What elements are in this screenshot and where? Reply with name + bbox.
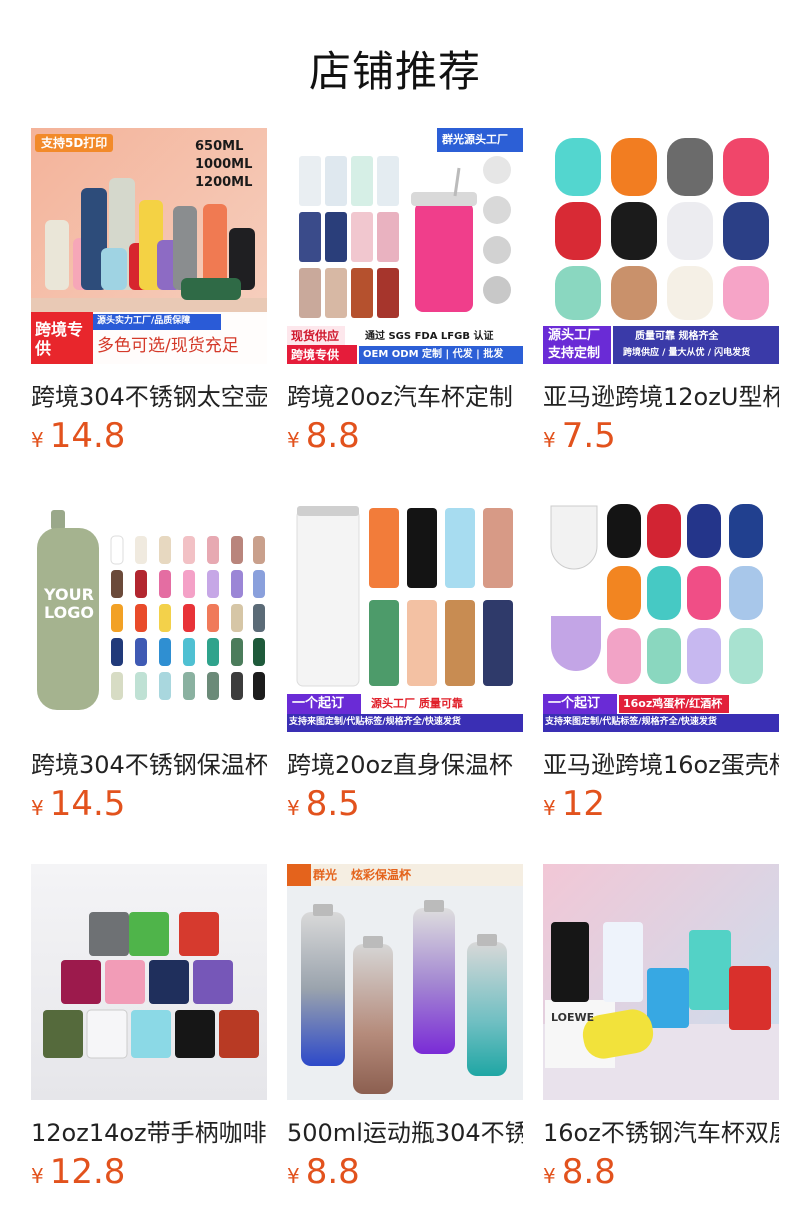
product-card[interactable]: 12oz14oz带手柄咖啡杯 ¥12.8 xyxy=(31,864,267,1222)
product-price: ¥8.8 xyxy=(287,416,360,456)
currency-symbol: ¥ xyxy=(543,428,556,452)
price-value: 8.8 xyxy=(305,1152,360,1192)
promo-line: 16oz鸡蛋杯/红酒杯 xyxy=(623,697,723,710)
brand-subtitle: 炫彩保温杯 xyxy=(351,868,412,882)
promo-text: 多色可选/现货充足 xyxy=(97,336,239,356)
product-image[interactable]: 群光 炫彩保温杯 xyxy=(287,864,523,1100)
product-image[interactable]: 一个起订 源头工厂 质量可靠 支持来图定制/代贴标签/规格齐全/快速发货 xyxy=(287,496,523,732)
promo-main: 现货供应 xyxy=(291,329,340,343)
product-image[interactable]: 群光源头工厂 现货供应 跨境专供 通过 SGS FDA LFGB 认证 OEM … xyxy=(287,128,523,364)
product-name[interactable]: 500ml运动瓶304不锈钢 xyxy=(287,1113,523,1148)
promo-main: 跨境专供 xyxy=(291,348,340,362)
promo-line: OEM ODM 定制 | 代发 | 批发 xyxy=(363,349,504,360)
promo-line: 跨境供应 / 量大从优 / 闪电发货 xyxy=(623,348,751,358)
product-price: ¥12 xyxy=(543,784,605,824)
product-card[interactable]: YOUR LOGO 跨境304不锈钢保温杯 ¥14.5 xyxy=(31,496,267,854)
product-image[interactable]: LOEWE xyxy=(543,864,779,1100)
price-value: 12 xyxy=(561,784,605,824)
box-label: LOEWE xyxy=(551,1011,595,1024)
product-price: ¥14.8 xyxy=(31,416,125,456)
product-price: ¥14.5 xyxy=(31,784,125,824)
product-price: ¥7.5 xyxy=(543,416,616,456)
product-image[interactable]: 支持5D打印 650ML 1000ML 1200ML 跨境专供 源头实力工厂/品… xyxy=(31,128,267,364)
capacity-option: 1000ML xyxy=(195,157,253,172)
product-card[interactable]: 群光 炫彩保温杯 500ml运动瓶304不锈钢 ¥8.8 xyxy=(287,864,523,1222)
promo-line: 质量可靠 规格齐全 xyxy=(635,331,719,342)
product-name[interactable]: 12oz14oz带手柄咖啡杯 xyxy=(31,1113,267,1148)
promo-line: 通过 SGS FDA LFGB 认证 xyxy=(365,331,494,342)
promo-main: 跨境专供 xyxy=(35,320,84,358)
promo-main: 支持定制 xyxy=(548,346,601,361)
product-card[interactable]: 一个起订 源头工厂 质量可靠 支持来图定制/代贴标签/规格齐全/快速发货 跨境2… xyxy=(287,496,523,854)
price-value: 8.8 xyxy=(305,416,360,456)
currency-symbol: ¥ xyxy=(31,1164,44,1188)
corner-label: 群光源头工厂 xyxy=(442,133,508,146)
product-name[interactable]: 亚马逊跨境12ozU型杯 xyxy=(543,377,779,412)
price-value: 12.8 xyxy=(49,1152,126,1192)
promo-main: 一个起订 xyxy=(292,696,345,711)
currency-symbol: ¥ xyxy=(31,428,44,452)
product-grid: 支持5D打印 650ML 1000ML 1200ML 跨境专供 源头实力工厂/品… xyxy=(31,128,781,1222)
product-name[interactable]: 跨境20oz汽车杯定制 xyxy=(287,377,523,412)
capacity-option: 1200ML xyxy=(195,175,253,190)
product-name[interactable]: 16oz不锈钢汽车杯双层 xyxy=(543,1113,779,1148)
promo-main: 一个起订 xyxy=(548,696,601,711)
product-card[interactable]: 源头工厂 支持定制 质量可靠 规格齐全 跨境供应 / 量大从优 / 闪电发货 亚… xyxy=(543,128,779,486)
promo-sub: 源头实力工厂/品质保障 xyxy=(97,316,191,326)
capacity-option: 650ML xyxy=(195,139,244,154)
price-value: 8.5 xyxy=(305,784,360,824)
currency-symbol: ¥ xyxy=(287,428,300,452)
product-price: ¥12.8 xyxy=(31,1152,125,1192)
section-title: 店铺推荐 xyxy=(308,47,481,96)
currency-symbol: ¥ xyxy=(543,796,556,820)
product-price: ¥8.8 xyxy=(543,1152,616,1192)
logo-placeholder: YOUR LOGO xyxy=(44,585,94,622)
promo-main: 源头工厂 xyxy=(548,328,601,343)
promo-line: 支持来图定制/代贴标签/规格齐全/快速发货 xyxy=(289,717,461,727)
product-name[interactable]: 跨境304不锈钢保温杯 xyxy=(31,745,267,780)
product-image[interactable] xyxy=(31,864,267,1100)
promo-badge: 支持5D打印 xyxy=(35,134,114,152)
currency-symbol: ¥ xyxy=(31,796,44,820)
currency-symbol: ¥ xyxy=(287,796,300,820)
product-name[interactable]: 跨境20oz直身保温杯 xyxy=(287,745,523,780)
price-value: 14.8 xyxy=(49,416,126,456)
product-price: ¥8.5 xyxy=(287,784,360,824)
currency-symbol: ¥ xyxy=(543,1164,556,1188)
promo-line: 源头工厂 质量可靠 xyxy=(371,697,463,710)
product-card[interactable]: 一个起订 16oz鸡蛋杯/红酒杯 支持来图定制/代贴标签/规格齐全/快速发货 亚… xyxy=(543,496,779,854)
promo-line: 支持来图定制/代贴标签/规格齐全/快速发货 xyxy=(545,717,717,727)
product-image[interactable]: YOUR LOGO xyxy=(31,496,267,732)
product-name[interactable]: 亚马逊跨境16oz蛋壳杯 xyxy=(543,745,779,780)
product-image[interactable]: 一个起订 16oz鸡蛋杯/红酒杯 支持来图定制/代贴标签/规格齐全/快速发货 xyxy=(543,496,779,732)
product-card[interactable]: 支持5D打印 650ML 1000ML 1200ML 跨境专供 源头实力工厂/品… xyxy=(31,128,267,486)
product-name[interactable]: 跨境304不锈钢太空壶 xyxy=(31,377,267,412)
currency-symbol: ¥ xyxy=(287,1164,300,1188)
price-value: 8.8 xyxy=(561,1152,616,1192)
product-card[interactable]: LOEWE 16oz不锈钢汽车杯双层 ¥8.8 xyxy=(543,864,779,1222)
product-image[interactable]: 源头工厂 支持定制 质量可靠 规格齐全 跨境供应 / 量大从优 / 闪电发货 xyxy=(543,128,779,364)
product-card[interactable]: 群光源头工厂 现货供应 跨境专供 通过 SGS FDA LFGB 认证 OEM … xyxy=(287,128,523,486)
brand-name: 群光 xyxy=(313,868,338,882)
product-price: ¥8.8 xyxy=(287,1152,360,1192)
price-value: 14.5 xyxy=(49,784,126,824)
price-value: 7.5 xyxy=(561,416,616,456)
